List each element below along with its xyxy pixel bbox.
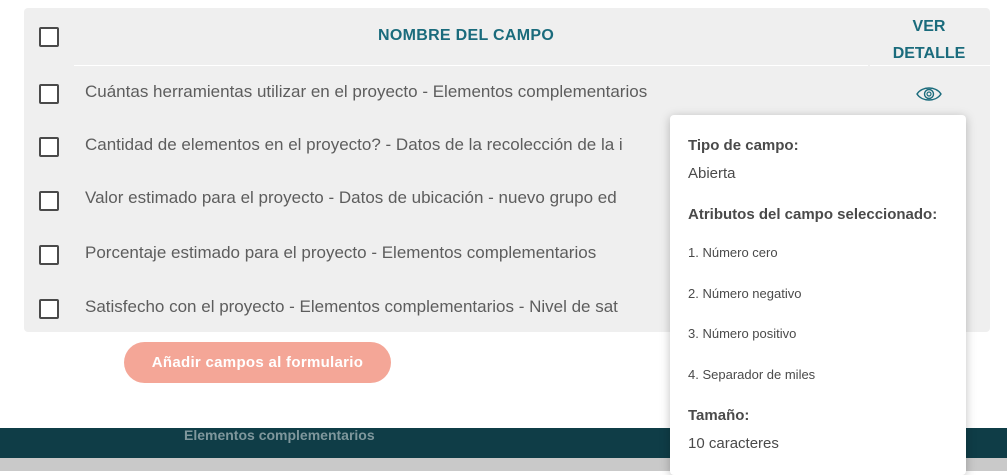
- field-type-label: Tipo de campo:: [688, 137, 799, 154]
- row-checkbox[interactable]: [39, 299, 59, 319]
- table-row-label: Satisfecho con el proyecto - Elementos c…: [85, 297, 618, 316]
- background-section-label: Elementos complementarios: [184, 427, 375, 443]
- attribute-item: 2. Número negativo: [688, 286, 802, 301]
- eye-icon[interactable]: [915, 84, 943, 104]
- header-divider-detail: [870, 65, 990, 66]
- column-header-field-name: NOMBRE DEL CAMPO: [378, 27, 555, 44]
- column-header-view-detail-line2: DETALLE: [892, 45, 966, 62]
- column-header-view-detail-line1: VER: [912, 18, 946, 35]
- table-row-label: Cantidad de elementos en el proyecto? - …: [85, 135, 623, 154]
- row-checkbox[interactable]: [39, 137, 59, 157]
- add-fields-to-form-button[interactable]: Añadir campos al formulario: [124, 342, 391, 383]
- header-divider: [74, 65, 868, 66]
- size-value: 10 caracteres: [688, 435, 779, 452]
- attribute-item: 3. Número positivo: [688, 326, 797, 341]
- column-header-view-detail: VER DETALLE: [887, 13, 971, 67]
- field-detail-popover: Tipo de campo: Abierta Atributos del cam…: [670, 115, 966, 475]
- row-checkbox[interactable]: [39, 191, 59, 211]
- attributes-label: Atributos del campo seleccionado:: [688, 206, 938, 223]
- select-all-checkbox[interactable]: [39, 27, 59, 47]
- table-row-label: Valor estimado para el proyecto - Datos …: [85, 188, 617, 207]
- size-label: Tamaño:: [688, 407, 750, 424]
- row-checkbox[interactable]: [39, 245, 59, 265]
- table-row-label: Porcentaje estimado para el proyecto - E…: [85, 243, 597, 262]
- attribute-item: 4. Separador de miles: [688, 367, 816, 382]
- table-row-label: Cuántas herramientas utilizar en el proy…: [85, 82, 648, 101]
- field-type-value: Abierta: [688, 165, 736, 182]
- row-checkbox[interactable]: [39, 84, 59, 104]
- attribute-item: 1. Número cero: [688, 245, 778, 260]
